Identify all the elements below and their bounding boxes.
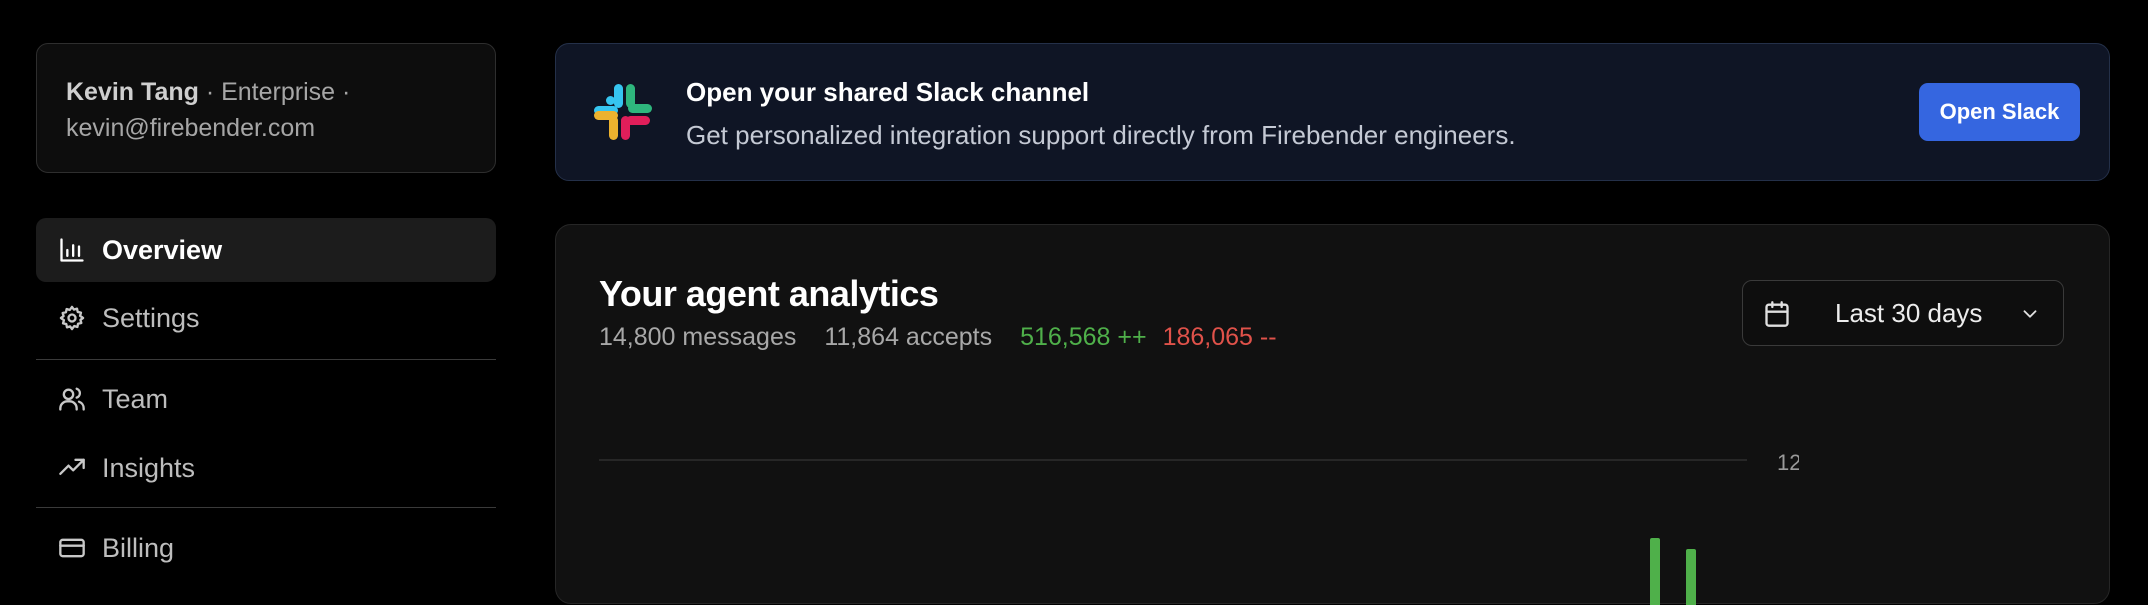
accepts-count: 11,864 accepts [824, 323, 993, 351]
analytics-title: Your agent analytics [599, 273, 939, 314]
analytics-chart: 120k [599, 450, 1799, 605]
sidebar-divider [36, 359, 496, 360]
slack-banner-subtitle: Get personalized integration support dir… [686, 120, 1516, 150]
sidebar-item-label: Settings [102, 302, 200, 333]
sidebar-item-team[interactable]: Team [36, 367, 496, 431]
chart-bar [1686, 549, 1696, 605]
open-slack-button[interactable]: Open Slack [1919, 83, 2080, 141]
user-plan: · Enterprise · [198, 78, 351, 106]
lines-added: 516,568 ++ [1020, 323, 1147, 351]
y-tick-label: 120k [1777, 450, 1799, 475]
sidebar-item-label: Overview [102, 234, 223, 265]
slack-banner-title: Open your shared Slack channel [686, 77, 1090, 107]
credit-card-icon [58, 534, 86, 562]
user-card: Kevin Tang · Enterprise · kevin@firebend… [36, 43, 496, 173]
bar-chart-icon [58, 236, 86, 264]
user-name: Kevin Tang [66, 78, 199, 106]
analytics-card: Your agent analytics 14,800 messages 11,… [555, 224, 2110, 605]
sidebar-item-label: Insights [102, 452, 196, 483]
slack-logo-icon [594, 84, 652, 140]
date-range-select[interactable]: Last 30 days [1742, 280, 2064, 346]
sidebar-divider [36, 507, 496, 508]
trending-up-icon [58, 454, 86, 482]
messages-count: 14,800 messages [599, 323, 797, 351]
sidebar-item-billing[interactable]: Billing [36, 516, 496, 580]
gear-icon [58, 304, 86, 332]
user-email: kevin@firebender.com [66, 114, 316, 142]
analytics-stats: 14,800 messages 11,864 accepts 516,568 +… [599, 323, 1305, 352]
sidebar-item-overview[interactable]: Overview [36, 218, 496, 282]
sidebar-item-label: Billing [102, 532, 175, 563]
calendar-icon [1763, 300, 1791, 328]
chart-bar [1650, 538, 1660, 605]
lines-removed: 186,065 -- [1162, 323, 1277, 351]
date-range-label: Last 30 days [1835, 298, 1983, 328]
chevron-down-icon [2019, 303, 2041, 325]
sidebar-item-insights[interactable]: Insights [36, 436, 496, 500]
users-icon [58, 385, 86, 413]
sidebar-item-label: Team [102, 383, 169, 414]
sidebar-item-settings[interactable]: Settings [36, 286, 496, 350]
slack-banner: Open your shared Slack channel Get perso… [555, 43, 2110, 181]
